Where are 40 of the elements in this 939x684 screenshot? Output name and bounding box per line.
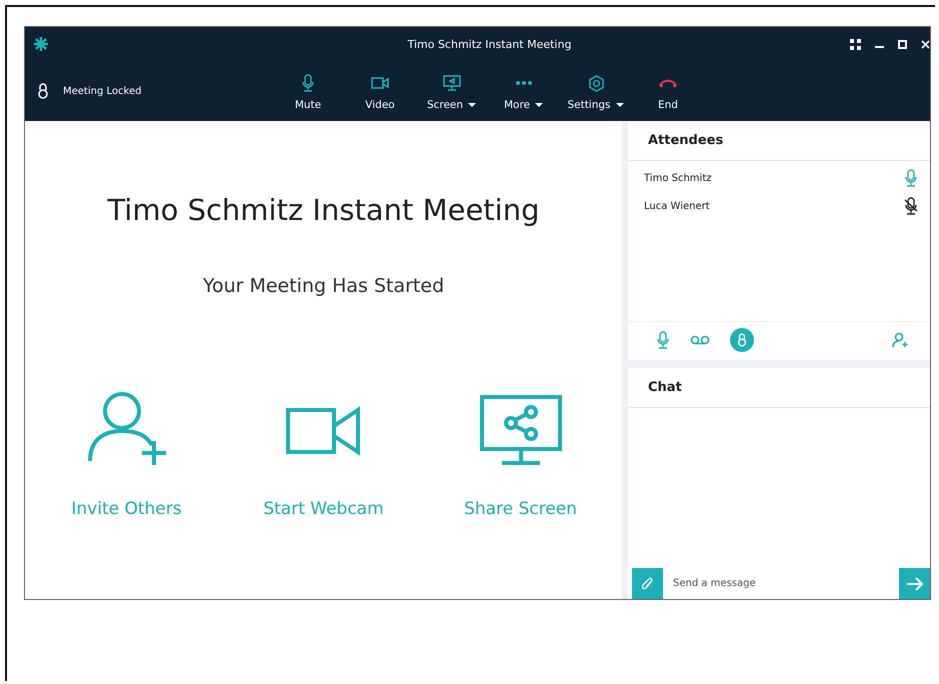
attendee-name: Luca Wienert (644, 200, 710, 212)
arrow-icon (906, 576, 924, 590)
meeting-title: Timo Schmitz Instant Meeting (107, 193, 540, 227)
padlock-icon (737, 333, 747, 347)
toolbar-button[interactable]: Video (349, 71, 411, 111)
toolbar-button[interactable]: Mute (277, 71, 339, 111)
add-person-button[interactable] (892, 332, 908, 348)
meeting-status: Your Meeting Has Started (202, 275, 444, 297)
video-camera-icon (286, 406, 362, 456)
toolbar-button[interactable]: Screen (421, 71, 483, 111)
send-button[interactable] (899, 568, 930, 599)
more-icon (515, 80, 533, 86)
hang-up-icon (658, 78, 678, 88)
settings-icon (588, 74, 604, 92)
monitor-icon (443, 75, 461, 91)
paperclip-icon (642, 576, 654, 590)
maximize-button[interactable] (898, 40, 907, 48)
toolbar-button[interactable]: Settings (565, 71, 627, 111)
attendees-heading: Attendees (628, 121, 930, 161)
toolbar-button[interactable]: End (637, 71, 699, 111)
share-screen-icon (480, 395, 562, 467)
microphone-icon (656, 331, 670, 349)
attach-button[interactable] (632, 568, 663, 599)
caret-icon (534, 102, 544, 108)
attendee-name: Timo Schmitz (644, 172, 712, 184)
caret-icon (614, 102, 625, 108)
app-logo-icon (33, 36, 49, 52)
chat-heading: Chat (628, 368, 930, 408)
padlock-icon (37, 83, 49, 99)
toolbar-button[interactable]: More (493, 71, 555, 111)
lock-status: Meeting Locked (63, 86, 142, 96)
microphone-icon (301, 74, 315, 92)
microphone-button[interactable] (656, 331, 670, 349)
caret-icon (467, 102, 478, 108)
window-title: Timo Schmitz Instant Meeting (406, 38, 572, 50)
video-camera-icon (371, 76, 389, 90)
close-button[interactable] (921, 40, 930, 48)
voicemail-button[interactable] (690, 335, 710, 345)
lock-button[interactable] (730, 328, 754, 352)
fullscreen-button[interactable] (850, 38, 861, 50)
